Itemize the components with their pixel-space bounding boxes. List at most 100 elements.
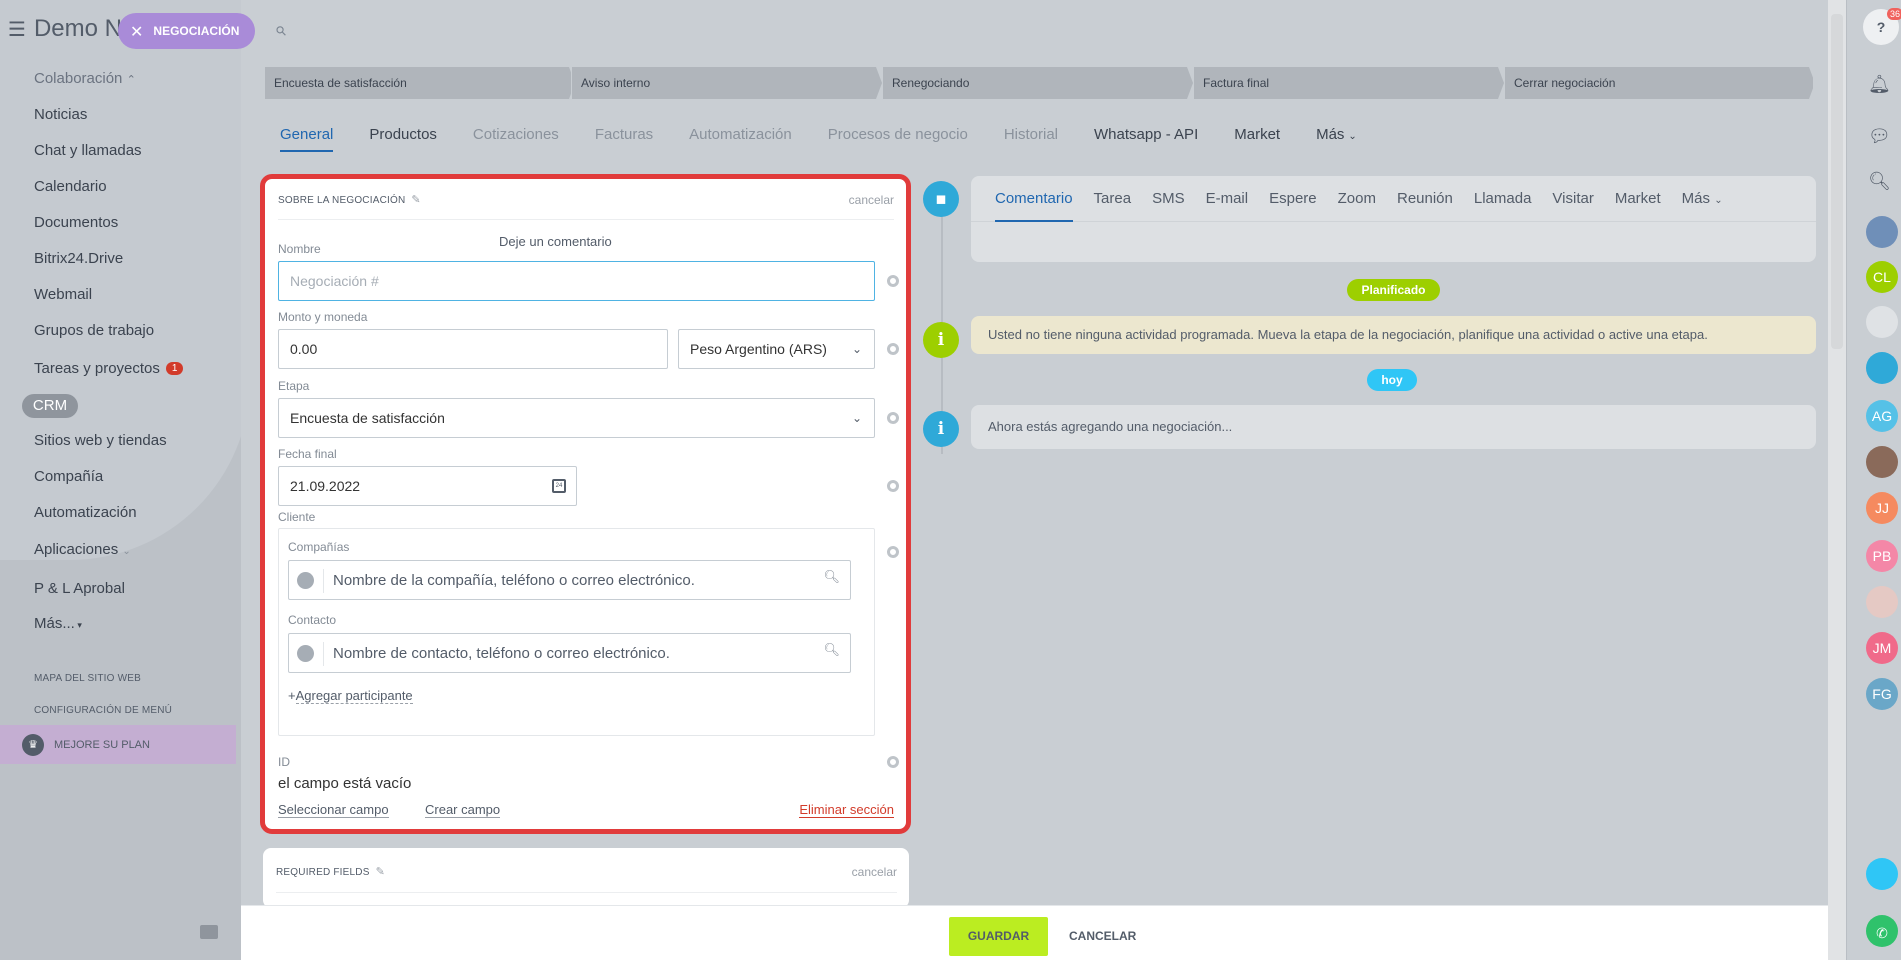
- amount-input[interactable]: 0.00: [278, 329, 668, 369]
- stage-final-invoice[interactable]: Factura final: [1194, 67, 1504, 99]
- group-chat-icon[interactable]: [1866, 352, 1898, 384]
- composer-tab-meeting[interactable]: Reunión: [1397, 190, 1453, 207]
- contact-search-input[interactable]: Nombre de contacto, teléfono o correo el…: [288, 633, 851, 673]
- sidebar-item-apps[interactable]: Aplicaciones ⌄: [34, 541, 131, 558]
- sidebar-item-automation[interactable]: Automatización: [34, 504, 137, 521]
- gear-icon[interactable]: [887, 275, 899, 287]
- gear-icon[interactable]: [887, 480, 899, 492]
- composer-tab-email[interactable]: E-mail: [1206, 190, 1249, 207]
- sidebar-item-news[interactable]: Noticias: [34, 106, 87, 123]
- stage-select[interactable]: Encuesta de satisfacción ⌄: [278, 398, 875, 438]
- phone-icon[interactable]: ✆: [1866, 915, 1898, 947]
- search-icon[interactable]: 🔍︎: [823, 570, 840, 585]
- menu-config-link[interactable]: CONFIGURACIÓN DE MENÚ: [34, 705, 172, 716]
- tab-business-processes[interactable]: Procesos de negocio: [828, 126, 968, 150]
- currency-select[interactable]: Peso Argentino (ARS) ⌄: [678, 329, 875, 369]
- avatar[interactable]: [1866, 216, 1898, 248]
- sitemap-link[interactable]: MAPA DEL SITIO WEB: [34, 673, 141, 684]
- sidebar-item-workgroups[interactable]: Grupos de trabajo: [34, 322, 154, 339]
- composer-tab-more[interactable]: Más ⌄: [1682, 190, 1723, 207]
- tab-whatsapp[interactable]: Whatsapp - API: [1094, 126, 1198, 150]
- cancel-button[interactable]: CANCELAR: [1059, 917, 1146, 956]
- avatar[interactable]: [1866, 586, 1898, 618]
- portal-title[interactable]: Demo N: [34, 15, 122, 43]
- composer-tab-task[interactable]: Tarea: [1094, 190, 1132, 207]
- stage-close-deal[interactable]: Cerrar negociación: [1505, 67, 1813, 99]
- sidebar-item-tasks[interactable]: Tareas y proyectos 1: [34, 360, 184, 377]
- sidebar-group-label: Colaboración: [34, 70, 123, 87]
- section-cancel-link[interactable]: cancelar: [852, 865, 897, 879]
- menu-icon[interactable]: ☰: [8, 17, 26, 41]
- gear-icon[interactable]: [887, 546, 899, 558]
- composer-tab-zoom[interactable]: Zoom: [1338, 190, 1376, 207]
- sidebar-item-pl[interactable]: P & L Aprobal: [34, 580, 125, 597]
- pencil-icon[interactable]: ✎: [376, 866, 385, 878]
- calendar-icon[interactable]: 24: [552, 479, 566, 493]
- stage-renegotiating[interactable]: Renegociando: [883, 67, 1193, 99]
- company-search-input[interactable]: Nombre de la compañía, teléfono o correo…: [288, 560, 851, 600]
- link-icon[interactable]: ⚲: [273, 23, 290, 40]
- select-field-link[interactable]: Seleccionar campo: [278, 802, 389, 818]
- close-icon[interactable]: ✕: [130, 22, 143, 41]
- sidebar-item-company[interactable]: Compañía: [34, 468, 103, 485]
- gear-icon[interactable]: [887, 412, 899, 424]
- upgrade-plan-button[interactable]: ♛ MEJORE SU PLAN: [0, 725, 236, 764]
- comment-input[interactable]: Deje un comentario: [499, 234, 612, 249]
- chevron-down-icon: ⌄: [851, 411, 862, 425]
- avatar[interactable]: AG: [1866, 400, 1898, 432]
- avatar[interactable]: [1866, 446, 1898, 478]
- pencil-icon[interactable]: ✎: [411, 194, 420, 206]
- name-label: Nombre: [278, 242, 321, 256]
- sidebar-item-drive[interactable]: Bitrix24.Drive: [34, 250, 123, 267]
- avatar[interactable]: PB: [1866, 540, 1898, 572]
- sidebar-item-chat[interactable]: Chat y llamadas: [34, 142, 142, 159]
- gear-icon[interactable]: [887, 343, 899, 355]
- avatar[interactable]: CL: [1866, 261, 1898, 293]
- sidebar-item-documents[interactable]: Documentos: [34, 214, 118, 231]
- open-lines-icon[interactable]: [1866, 858, 1898, 890]
- name-input[interactable]: Negociación #: [278, 261, 875, 301]
- sidebar-item-sites[interactable]: Sitios web y tiendas: [34, 432, 167, 449]
- tab-quotes[interactable]: Cotizaciones: [473, 126, 559, 150]
- avatar[interactable]: [1866, 306, 1898, 338]
- sidebar-item-webmail[interactable]: Webmail: [34, 286, 92, 303]
- gear-icon[interactable]: [887, 756, 899, 768]
- search-icon[interactable]: 🔍︎: [1868, 171, 1891, 192]
- composer-tab-comment[interactable]: Comentario: [995, 176, 1073, 222]
- avatar[interactable]: JJ: [1866, 492, 1898, 524]
- tab-general[interactable]: General: [280, 126, 334, 152]
- search-icon[interactable]: 🔍︎: [823, 643, 840, 658]
- composer-tab-market[interactable]: Market: [1615, 190, 1661, 207]
- deal-slider-tab[interactable]: ✕ NEGOCIACIÓN: [118, 13, 256, 49]
- scrollbar-thumb[interactable]: [1831, 14, 1843, 349]
- tab-invoices[interactable]: Facturas: [595, 126, 653, 150]
- tab-market[interactable]: Market: [1234, 126, 1280, 150]
- sidebar-item-calendar[interactable]: Calendario: [34, 178, 107, 195]
- create-field-link[interactable]: Crear campo: [425, 802, 501, 818]
- sidebar-group-collaboration[interactable]: Colaboración ⌃: [34, 70, 136, 87]
- tab-more[interactable]: Más ⌄: [1316, 126, 1357, 150]
- composer-tab-sms[interactable]: SMS: [1152, 190, 1185, 207]
- composer-tab-wait[interactable]: Espere: [1269, 190, 1317, 207]
- tab-automation[interactable]: Automatización: [689, 126, 792, 150]
- delete-section-link[interactable]: Eliminar sección: [799, 802, 894, 818]
- composer-tab-visit[interactable]: Visitar: [1552, 190, 1593, 207]
- chevron-down-icon: ⌄: [1714, 195, 1723, 206]
- sidebar-item-crm[interactable]: CRM: [22, 394, 78, 418]
- tab-history[interactable]: Historial: [1004, 126, 1058, 150]
- add-participant-link[interactable]: +Agregar participante: [288, 688, 413, 704]
- composer-tab-call[interactable]: Llamada: [1474, 190, 1532, 207]
- avatar[interactable]: JM: [1866, 632, 1898, 664]
- sidebar-item-more[interactable]: Más... ▾: [34, 615, 82, 632]
- section-cancel-link[interactable]: cancelar: [849, 193, 894, 207]
- avatar[interactable]: FG: [1866, 678, 1898, 710]
- stage-satisfaction-survey[interactable]: Encuesta de satisfacción: [265, 67, 571, 99]
- printer-icon[interactable]: [200, 925, 218, 939]
- bell-icon[interactable]: 🔔︎: [1868, 74, 1891, 95]
- person-icon: [297, 645, 314, 662]
- close-date-input[interactable]: 21.09.2022 24: [278, 466, 577, 506]
- tab-products[interactable]: Productos: [369, 126, 437, 150]
- chat-icon[interactable]: 💬︎: [1868, 126, 1891, 147]
- save-button[interactable]: GUARDAR: [949, 917, 1048, 956]
- stage-internal-notice[interactable]: Aviso interno: [572, 67, 882, 99]
